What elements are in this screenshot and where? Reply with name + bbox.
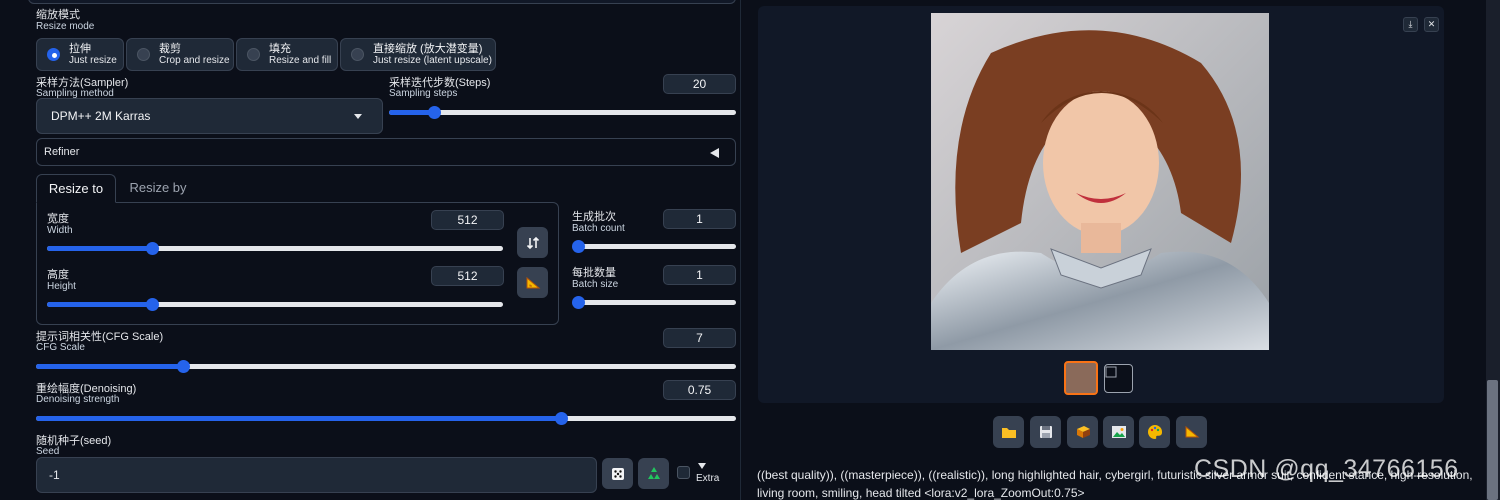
settings-panel: 缩放模式 Resize mode 拉伸 Just resize 裁剪 Crop an…	[0, 0, 745, 500]
refiner-accordion[interactable]: Refiner	[36, 138, 736, 166]
radio-crop-and-resize[interactable]: 裁剪 Crop and resize	[126, 38, 234, 71]
height-label-en: Height	[47, 281, 76, 292]
zip-icon	[1076, 426, 1090, 438]
denoise-slider[interactable]	[36, 412, 736, 425]
radio-label: 直接缩放 (放大潜变量)	[373, 43, 483, 55]
chevron-down-icon	[354, 114, 362, 119]
width-label: 宽度	[47, 213, 69, 225]
height-slider[interactable]	[47, 298, 503, 311]
cfg-number-input[interactable]: 7	[663, 328, 736, 348]
webui-root: 缩放模式 Resize mode 拉伸 Just resize 裁剪 Crop an…	[0, 0, 1500, 500]
ruler-triangle-icon	[526, 276, 540, 288]
reuse-seed-button[interactable]	[638, 458, 669, 489]
seed-input[interactable]: -1	[36, 457, 597, 493]
close-icon: ✕	[1427, 19, 1436, 29]
width-number-input[interactable]: 512	[431, 210, 504, 230]
denoise-number-input[interactable]: 0.75	[663, 380, 736, 400]
thumbnail-broken[interactable]	[1104, 364, 1133, 393]
denoise-label-en: Denoising strength	[36, 394, 120, 405]
radio-label: 裁剪	[159, 43, 181, 55]
radio-latent-upscale[interactable]: 直接缩放 (放大潜变量) Just resize (latent upscale)	[340, 38, 496, 71]
batch-count-label: 生成批次	[572, 211, 616, 223]
slider-handle[interactable]	[145, 242, 159, 255]
sampler-dropdown[interactable]: DPM++ 2M Karras	[36, 98, 383, 134]
ruler-triangle-icon	[1185, 425, 1199, 438]
radio-sublabel: Crop and resize	[159, 55, 230, 66]
radio-resize-and-fill[interactable]: 填充 Resize and fill	[236, 38, 338, 71]
save-button[interactable]	[1030, 416, 1061, 448]
tab-resize-by[interactable]: Resize by	[116, 174, 200, 203]
send-to-extras-button[interactable]	[1176, 416, 1207, 448]
slider-handle[interactable]	[555, 412, 568, 425]
cfg-slider[interactable]	[36, 360, 736, 373]
radio-dot-selected	[47, 48, 60, 61]
broken-image-icon	[1105, 366, 1117, 378]
refiner-label: Refiner	[44, 146, 80, 158]
seed-label-en: Seed	[36, 446, 60, 457]
panel-divider	[740, 0, 741, 500]
height-label: 高度	[47, 269, 69, 281]
sampler-value: DPM++ 2M Karras	[51, 109, 151, 123]
dice-icon	[611, 467, 624, 480]
steps-slider[interactable]	[389, 106, 736, 119]
top-edge-box	[28, 0, 736, 4]
open-folder-button[interactable]	[993, 416, 1024, 448]
extra-label[interactable]: Extra	[696, 473, 719, 484]
swap-dimensions-button[interactable]	[517, 227, 548, 258]
recycle-icon	[647, 466, 660, 479]
batch-size-label: 每批数量	[572, 267, 616, 279]
resize-mode-label: 缩放模式	[36, 9, 80, 21]
send-to-inpaint-button[interactable]	[1139, 416, 1170, 448]
batch-size-label-en: Batch size	[572, 279, 619, 290]
slider-handle[interactable]	[428, 106, 442, 119]
radio-just-resize[interactable]: 拉伸 Just resize	[36, 38, 124, 71]
width-label-en: Width	[47, 225, 73, 236]
swap-arrows-icon	[526, 236, 539, 249]
radio-dot	[247, 48, 260, 61]
random-seed-button[interactable]	[602, 458, 633, 489]
radio-sublabel: Just resize (latent upscale)	[373, 55, 492, 66]
thumbnail-selected[interactable]	[1064, 361, 1098, 395]
resize-mode-label-en: Resize mode	[36, 21, 95, 32]
batch-count-slider[interactable]	[572, 240, 736, 253]
radio-dot	[351, 48, 364, 61]
aspect-ratio-button[interactable]	[517, 267, 548, 298]
radio-sublabel: Just resize	[69, 55, 117, 66]
radio-label: 填充	[269, 43, 291, 55]
save-icon	[1039, 426, 1052, 438]
batch-size-number-input[interactable]: 1	[663, 265, 736, 285]
slider-handle[interactable]	[177, 360, 190, 373]
batch-count-number-input[interactable]: 1	[663, 209, 736, 229]
slider-handle[interactable]	[572, 240, 585, 253]
download-icon: ⤓	[1408, 19, 1413, 29]
close-button[interactable]: ✕	[1424, 17, 1439, 32]
steps-number-input[interactable]: 20	[663, 74, 736, 94]
radio-dot	[137, 48, 150, 61]
batch-count-label-en: Batch count	[572, 223, 625, 234]
folder-icon	[1001, 428, 1016, 438]
generated-image[interactable]	[931, 13, 1269, 350]
height-number-input[interactable]: 512	[431, 266, 504, 286]
width-slider[interactable]	[47, 242, 503, 255]
cfg-label-en: CFG Scale	[36, 342, 85, 353]
radio-label: 拉伸	[69, 43, 91, 55]
triangle-left-icon	[710, 148, 719, 158]
slider-handle[interactable]	[572, 296, 585, 309]
palette-icon	[1147, 424, 1162, 439]
watermark: CSDN @qq_34766156	[1194, 455, 1459, 483]
scrollbar-thumb[interactable]	[1487, 380, 1498, 500]
slider-handle[interactable]	[145, 298, 159, 311]
extra-checkbox[interactable]	[677, 466, 690, 479]
zip-button[interactable]	[1067, 416, 1098, 448]
image-icon	[1111, 426, 1126, 438]
radio-sublabel: Resize and fill	[269, 55, 332, 66]
send-to-img2img-button[interactable]	[1103, 416, 1134, 448]
batch-size-slider[interactable]	[572, 296, 736, 309]
triangle-down-icon	[698, 463, 706, 469]
tab-resize-to[interactable]: Resize to	[36, 174, 116, 203]
steps-label-en: Sampling steps	[389, 88, 458, 99]
portrait-image	[931, 13, 1269, 350]
download-button[interactable]: ⤓	[1403, 17, 1418, 32]
